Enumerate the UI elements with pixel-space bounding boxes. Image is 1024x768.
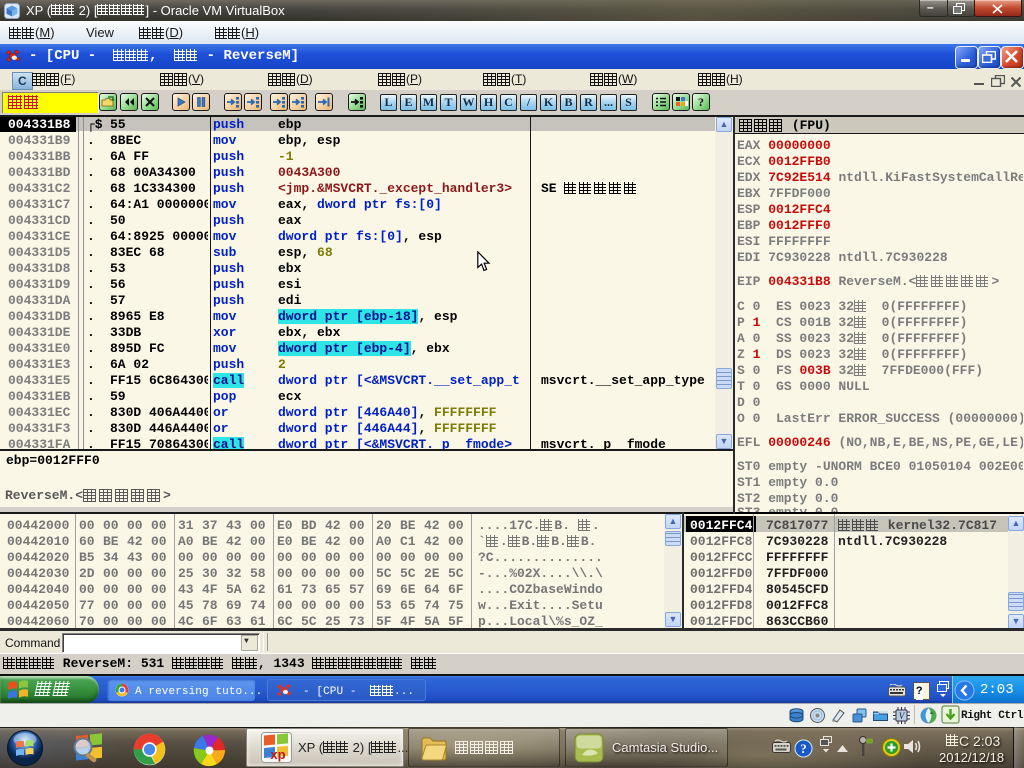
svg-text:?: ? xyxy=(800,741,807,756)
svg-text:xp: xp xyxy=(270,747,285,762)
svg-text:?: ? xyxy=(698,95,704,109)
